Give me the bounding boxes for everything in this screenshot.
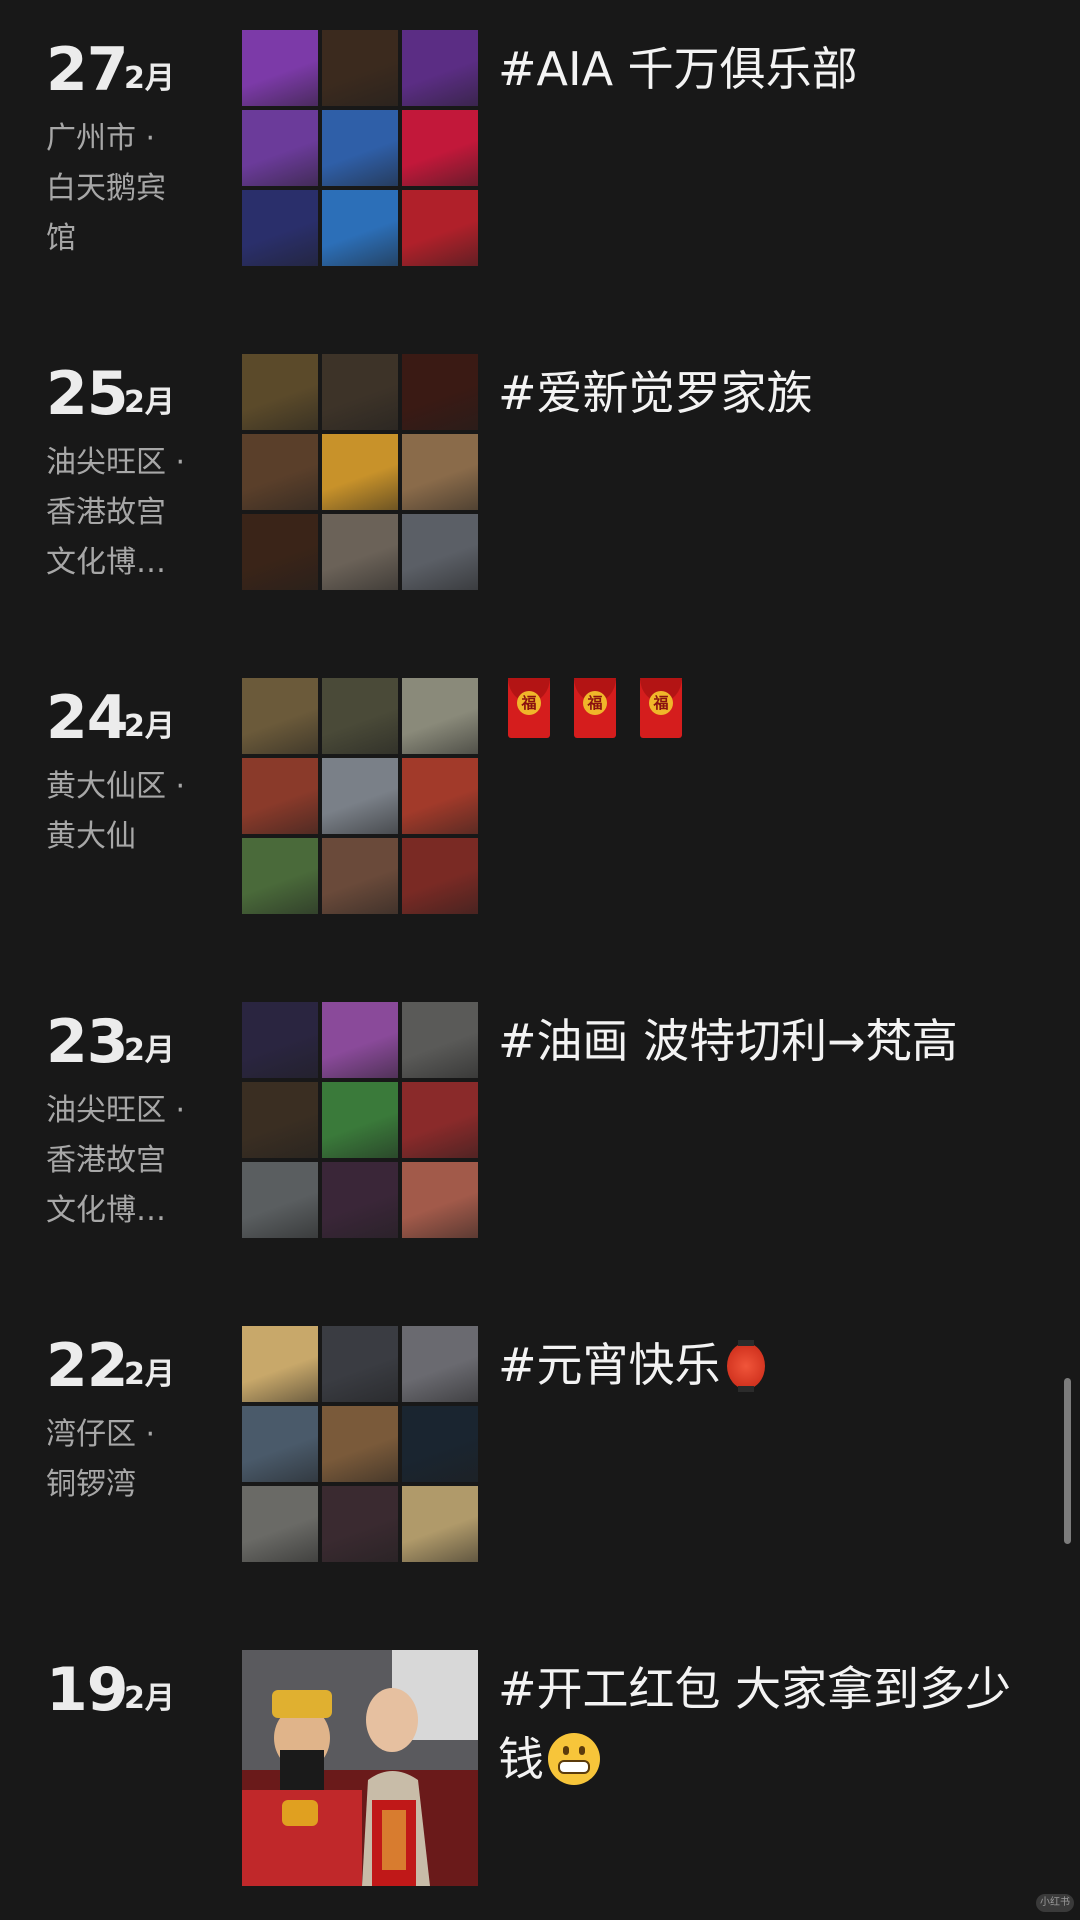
photo-thumbnail[interactable] bbox=[322, 1162, 398, 1238]
timeline-entry[interactable]: 25 2月 油尖旺区 · 香港故宫 文化博… #爱新觉罗家族 bbox=[0, 354, 1080, 594]
photo-thumbnail[interactable] bbox=[402, 1326, 478, 1402]
entry-month: 2月 bbox=[124, 709, 175, 744]
photo-thumbnail[interactable] bbox=[402, 838, 478, 914]
entry-caption: #元宵快乐 bbox=[498, 1338, 721, 1392]
entry-day: 24 bbox=[46, 683, 128, 753]
red-envelope-icon: 福 bbox=[640, 678, 682, 738]
photo-thumbnail[interactable] bbox=[322, 1406, 398, 1482]
entry-caption-wrap[interactable]: #开工红包 大家拿到多少钱 bbox=[498, 1654, 1018, 1794]
photo-thumbnail[interactable] bbox=[242, 1406, 318, 1482]
photo-thumbnail[interactable] bbox=[242, 110, 318, 186]
photo-thumbnail[interactable] bbox=[322, 354, 398, 430]
entry-location[interactable]: 油尖旺区 · 香港故宫 文化博… bbox=[46, 1086, 206, 1236]
entry-month: 2月 bbox=[124, 1357, 175, 1392]
photo-thumbnail[interactable] bbox=[402, 190, 478, 266]
timeline-entry[interactable]: 27 2月 广州市 · 白天鹅宾 馆 #AIA 千万俱乐部 bbox=[0, 30, 1080, 270]
photo-thumbnail[interactable] bbox=[402, 1486, 478, 1562]
fu-glyph: 福 bbox=[517, 691, 541, 715]
photo-grid[interactable] bbox=[242, 678, 478, 914]
entry-day: 27 bbox=[46, 35, 128, 105]
entry-caption[interactable]: #爱新觉罗家族 bbox=[498, 358, 1018, 428]
photo-thumbnail[interactable] bbox=[322, 190, 398, 266]
fu-glyph: 福 bbox=[649, 691, 673, 715]
photo-thumbnail[interactable] bbox=[322, 110, 398, 186]
timeline-entry[interactable]: 19 2月 #开工红包 大家拿到多少钱 bbox=[0, 1650, 1080, 1890]
entry-month: 2月 bbox=[124, 61, 175, 96]
photo-thumbnail[interactable] bbox=[402, 678, 478, 754]
photo-grid[interactable] bbox=[242, 1326, 478, 1562]
photo-thumbnail[interactable] bbox=[242, 678, 318, 754]
photo-thumbnail[interactable] bbox=[322, 1082, 398, 1158]
grinning-emoji-icon bbox=[548, 1733, 600, 1785]
fu-glyph: 福 bbox=[583, 691, 607, 715]
watermark: 小红书 bbox=[1036, 1894, 1074, 1912]
photo-thumbnail[interactable] bbox=[322, 678, 398, 754]
photo-thumbnail[interactable] bbox=[322, 1326, 398, 1402]
photo-thumbnail[interactable] bbox=[402, 1082, 478, 1158]
entry-location[interactable]: 广州市 · 白天鹅宾 馆 bbox=[46, 114, 206, 264]
entry-location[interactable]: 油尖旺区 · 香港故宫 文化博… bbox=[46, 438, 206, 588]
photo-thumbnail[interactable] bbox=[402, 30, 478, 106]
photo-thumbnail[interactable] bbox=[242, 514, 318, 590]
photo-thumbnail[interactable] bbox=[322, 758, 398, 834]
photo-thumbnail[interactable] bbox=[242, 1486, 318, 1562]
scrollbar[interactable] bbox=[1064, 1378, 1071, 1544]
lantern-emoji-icon bbox=[726, 1340, 765, 1392]
photo-thumbnail[interactable] bbox=[322, 30, 398, 106]
photo-thumbnail[interactable] bbox=[242, 1326, 318, 1402]
photo-thumbnail[interactable] bbox=[322, 434, 398, 510]
photo-thumbnail[interactable] bbox=[322, 1486, 398, 1562]
photo-thumbnail[interactable] bbox=[322, 838, 398, 914]
photo-thumbnail[interactable] bbox=[242, 30, 318, 106]
red-envelope-icon: 福 bbox=[508, 678, 550, 738]
entry-month: 2月 bbox=[124, 1681, 175, 1716]
photo-thumbnail[interactable] bbox=[402, 110, 478, 186]
photo-thumbnail[interactable] bbox=[242, 1002, 318, 1078]
entry-day: 23 bbox=[46, 1007, 128, 1077]
timeline-entry[interactable]: 23 2月 油尖旺区 · 香港故宫 文化博… #油画 波特切利→梵高 bbox=[0, 1002, 1080, 1242]
entry-location[interactable]: 黄大仙区 · 黄大仙 bbox=[46, 762, 206, 862]
photo-thumbnail bbox=[242, 1650, 478, 1886]
photo-thumbnail[interactable] bbox=[322, 1002, 398, 1078]
photo-thumbnail[interactable] bbox=[242, 1162, 318, 1238]
photo-thumbnail[interactable] bbox=[402, 758, 478, 834]
entry-month: 2月 bbox=[124, 385, 175, 420]
entry-day: 22 bbox=[46, 1331, 128, 1401]
entry-day: 25 bbox=[46, 359, 128, 429]
photo-thumbnail[interactable] bbox=[242, 190, 318, 266]
photo-thumbnail[interactable] bbox=[242, 434, 318, 510]
photo-thumbnail[interactable] bbox=[242, 758, 318, 834]
photo-thumbnail[interactable] bbox=[242, 838, 318, 914]
photo-grid[interactable] bbox=[242, 354, 478, 590]
photo-grid[interactable] bbox=[242, 1002, 478, 1238]
photo-thumbnail[interactable] bbox=[402, 514, 478, 590]
photo-thumbnail[interactable] bbox=[322, 514, 398, 590]
entry-day: 19 bbox=[46, 1655, 128, 1725]
photo-thumbnail[interactable] bbox=[242, 354, 318, 430]
photo-thumbnail[interactable] bbox=[402, 354, 478, 430]
entry-caption[interactable]: #AIA 千万俱乐部 bbox=[498, 34, 1018, 104]
entry-caption[interactable]: #油画 波特切利→梵高 bbox=[498, 1006, 1018, 1076]
entry-month: 2月 bbox=[124, 1033, 175, 1068]
single-photo[interactable] bbox=[242, 1650, 478, 1886]
entry-location[interactable]: 湾仔区 · 铜锣湾 bbox=[46, 1410, 206, 1510]
photo-thumbnail[interactable] bbox=[402, 1406, 478, 1482]
entry-caption-wrap[interactable]: #元宵快乐 bbox=[498, 1330, 1018, 1400]
red-envelope-icon: 福 bbox=[574, 678, 616, 738]
photo-thumbnail[interactable] bbox=[402, 1002, 478, 1078]
photo-grid[interactable] bbox=[242, 30, 478, 266]
entry-caption-envelopes[interactable]: 福 福 福 bbox=[508, 678, 682, 738]
photo-thumbnail[interactable] bbox=[242, 1082, 318, 1158]
timeline-entry[interactable]: 24 2月 黄大仙区 · 黄大仙 福 福 福 bbox=[0, 678, 1080, 918]
timeline-entry[interactable]: 22 2月 湾仔区 · 铜锣湾 #元宵快乐 bbox=[0, 1326, 1080, 1566]
photo-thumbnail[interactable] bbox=[402, 1162, 478, 1238]
photo-thumbnail[interactable] bbox=[402, 434, 478, 510]
